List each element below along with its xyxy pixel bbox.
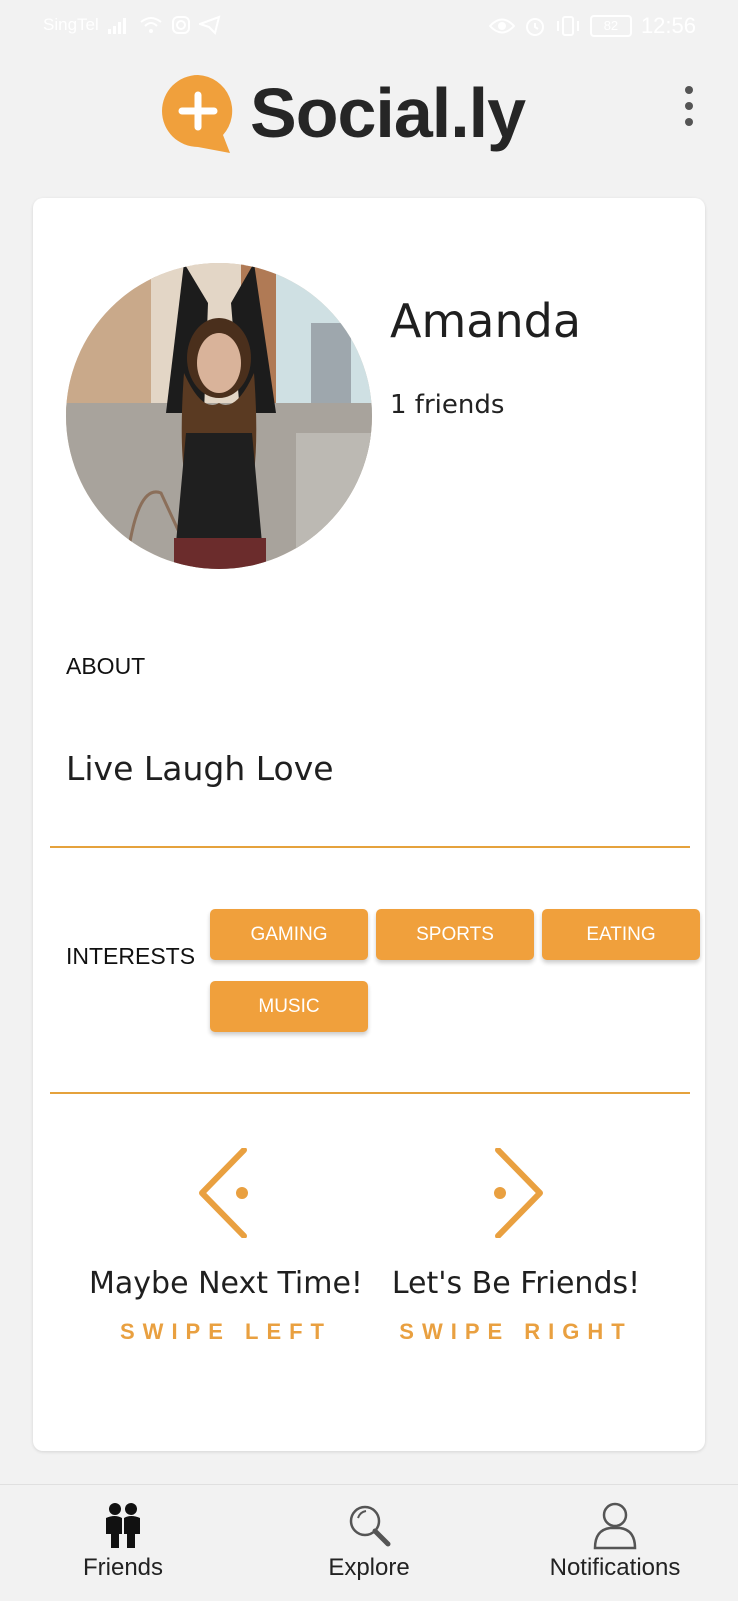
about-label: ABOUT	[66, 653, 146, 679]
more-options-button[interactable]	[682, 86, 696, 126]
profile-photo	[66, 263, 372, 569]
nav-notifications-label: Notifications	[549, 1554, 681, 1581]
nav-friends-label: Friends	[82, 1554, 164, 1581]
status-left: SingTel	[43, 15, 221, 35]
explore-icon	[349, 1505, 391, 1547]
status-bar: SingTel 82 12:56	[0, 0, 738, 52]
more-dot	[685, 86, 693, 94]
logo-plus-bubble-icon	[162, 75, 233, 153]
interest-chip[interactable]: SPORTS	[376, 909, 534, 960]
wifi-icon	[140, 17, 162, 33]
interest-chip[interactable]: EATING	[542, 909, 700, 960]
swipe-left-action[interactable]: Maybe Next Time! SWIPE LEFT	[76, 1148, 376, 1345]
bottom-nav: Friends Explore Notifications	[0, 1484, 738, 1601]
telegram-icon	[198, 15, 221, 35]
swipe-left-arrow-icon	[199, 1148, 248, 1238]
friends-icon	[106, 1503, 140, 1548]
interest-chip[interactable]: GAMING	[210, 909, 368, 960]
nav-explore[interactable]: Explore	[246, 1485, 492, 1601]
vibrate-icon	[556, 16, 579, 36]
nav-explore-label: Explore	[328, 1554, 410, 1581]
swipe-right-action[interactable]: Let's Be Friends! SWIPE RIGHT	[366, 1148, 666, 1345]
interests-label: INTERESTS	[66, 943, 196, 969]
carrier-label: SingTel	[43, 15, 99, 34]
more-dot	[685, 118, 693, 126]
interest-chip[interactable]: MUSIC	[210, 981, 368, 1032]
app-title: Social.ly	[250, 74, 526, 152]
more-dot	[685, 102, 693, 110]
friends-count[interactable]: 1 friends	[390, 390, 504, 420]
swipe-right-caption: Let's Be Friends!	[391, 1266, 641, 1301]
clock: 12:56	[640, 13, 696, 38]
swipe-left-hint: SWIPE LEFT	[120, 1319, 332, 1344]
eye-icon	[488, 18, 515, 34]
profile-card[interactable]: Amanda 1 friends ABOUT Live Laugh Love I…	[33, 198, 705, 1451]
battery-indicator: 82	[589, 15, 632, 37]
swipe-right-hint: SWIPE RIGHT	[399, 1319, 633, 1344]
signal-icon	[107, 18, 126, 34]
app-logo: Social.ly	[160, 68, 526, 158]
divider	[50, 846, 690, 848]
app-header: Social.ly	[0, 62, 738, 157]
status-right: 82 12:56	[488, 13, 696, 39]
alarm-icon	[525, 18, 544, 36]
swipe-left-caption: Maybe Next Time!	[89, 1266, 363, 1301]
about-text: Live Laugh Love	[66, 749, 334, 788]
divider	[50, 1092, 690, 1094]
nav-notifications[interactable]: Notifications	[492, 1485, 738, 1601]
nav-friends[interactable]: Friends	[0, 1485, 246, 1601]
swipe-right-arrow-icon	[494, 1148, 543, 1238]
user-icon	[593, 1502, 637, 1550]
instagram-icon	[171, 16, 190, 34]
profile-avatar[interactable]	[66, 263, 372, 569]
profile-name: Amanda	[390, 294, 582, 348]
